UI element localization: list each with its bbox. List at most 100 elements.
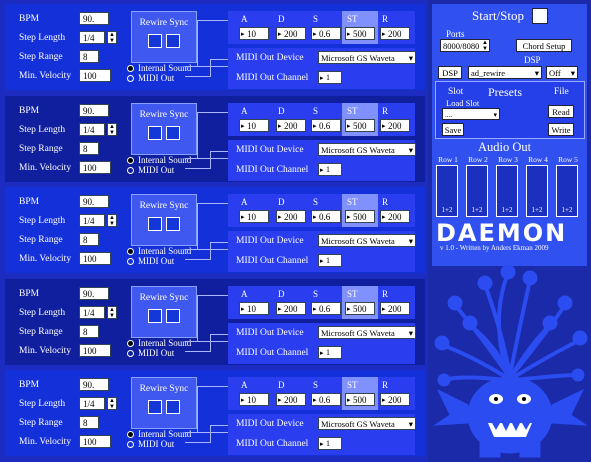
step-range-field[interactable]: 8 <box>79 50 99 63</box>
midi-channel-field[interactable]: 1 <box>318 71 342 84</box>
env-d-field[interactable]: 200 <box>276 27 306 40</box>
read-button[interactable]: Read <box>548 105 574 118</box>
radio-dot[interactable] <box>127 247 134 255</box>
env-d-field[interactable]: 200 <box>276 302 306 315</box>
env-r-field[interactable]: 200 <box>380 210 410 223</box>
rewire-checkbox-2[interactable] <box>166 309 180 323</box>
radio-dot[interactable] <box>127 440 134 448</box>
radio-internal-sound[interactable]: Internal Sound <box>127 63 191 73</box>
step-length-field[interactable]: 1/4 <box>79 31 105 44</box>
ports-field[interactable]: 8000/8080 ▲ ▼ <box>440 39 490 52</box>
env-st-field[interactable]: 500 <box>345 119 375 132</box>
step-length-field[interactable]: 1/4 <box>79 397 105 410</box>
step-length-spinner[interactable]: ▲ ▼ <box>107 306 117 319</box>
step-length-spinner[interactable]: ▲ ▼ <box>107 123 117 136</box>
bpm-field[interactable]: 90. <box>79 287 109 300</box>
env-a-field[interactable]: 10 <box>239 393 269 406</box>
radio-midi-out[interactable]: MIDI Out <box>127 165 191 175</box>
min-velocity-field[interactable]: 100 <box>79 69 111 82</box>
radio-dot[interactable] <box>127 257 134 265</box>
rewire-checkbox-1[interactable] <box>148 400 162 414</box>
step-range-field[interactable]: 8 <box>79 416 99 429</box>
chord-setup-button[interactable]: Chord Setup <box>516 39 572 52</box>
env-r-field[interactable]: 200 <box>380 119 410 132</box>
step-length-field[interactable]: 1/4 <box>79 123 105 136</box>
rewire-checkbox-1[interactable] <box>148 34 162 48</box>
min-velocity-field[interactable]: 100 <box>79 344 111 357</box>
step-length-spinner[interactable]: ▲ ▼ <box>107 214 117 227</box>
env-s-field[interactable]: 0.6 <box>311 210 341 223</box>
env-d-field[interactable]: 200 <box>276 210 306 223</box>
midi-device-select[interactable]: Microsoft GS Waveta ▾ <box>318 234 416 247</box>
midi-channel-field[interactable]: 1 <box>318 254 342 267</box>
bpm-field[interactable]: 90. <box>79 195 109 208</box>
dsp-button[interactable]: DSP <box>438 66 462 79</box>
audio-channel-select[interactable]: 1+2 <box>438 206 456 214</box>
env-s-field[interactable]: 0.6 <box>311 302 341 315</box>
midi-channel-field[interactable]: 1 <box>318 437 342 450</box>
midi-device-select[interactable]: Microsoft GS Waveta ▾ <box>318 51 416 64</box>
radio-dot[interactable] <box>127 156 134 164</box>
radio-midi-out[interactable]: MIDI Out <box>127 256 191 266</box>
load-slot-select[interactable]: .... ▾ <box>442 108 500 120</box>
radio-internal-sound[interactable]: Internal Sound <box>127 246 191 256</box>
env-st-field[interactable]: 500 <box>345 302 375 315</box>
env-r-field[interactable]: 200 <box>380 393 410 406</box>
env-s-field[interactable]: 0.6 <box>311 27 341 40</box>
env-a-field[interactable]: 10 <box>239 302 269 315</box>
min-velocity-field[interactable]: 100 <box>79 435 111 448</box>
step-length-field[interactable]: 1/4 <box>79 306 105 319</box>
audio-channel-select[interactable]: 1+2 <box>468 206 486 214</box>
rewire-checkbox-2[interactable] <box>166 34 180 48</box>
bpm-field[interactable]: 90. <box>79 104 109 117</box>
min-velocity-field[interactable]: 100 <box>79 252 111 265</box>
env-r-field[interactable]: 200 <box>380 27 410 40</box>
start-stop-toggle[interactable] <box>532 8 548 24</box>
radio-dot[interactable] <box>127 166 134 174</box>
rewire-checkbox-2[interactable] <box>166 400 180 414</box>
audio-channel-select[interactable]: 1+2 <box>528 206 546 214</box>
radio-midi-out[interactable]: MIDI Out <box>127 439 191 449</box>
radio-midi-out[interactable]: MIDI Out <box>127 348 191 358</box>
env-a-field[interactable]: 10 <box>239 119 269 132</box>
radio-dot[interactable] <box>127 349 134 357</box>
midi-channel-field[interactable]: 1 <box>318 346 342 359</box>
radio-dot[interactable] <box>127 430 134 438</box>
env-a-field[interactable]: 10 <box>239 210 269 223</box>
dsp-driver-select[interactable]: ad_rewire ▾ <box>468 66 542 79</box>
radio-dot[interactable] <box>127 339 134 347</box>
min-velocity-field[interactable]: 100 <box>79 161 111 174</box>
rewire-checkbox-1[interactable] <box>148 126 162 140</box>
bpm-field[interactable]: 90. <box>79 378 109 391</box>
step-range-field[interactable]: 8 <box>79 142 99 155</box>
rewire-checkbox-1[interactable] <box>148 217 162 231</box>
radio-dot[interactable] <box>127 74 134 82</box>
step-range-field[interactable]: 8 <box>79 233 99 246</box>
rewire-checkbox-2[interactable] <box>166 126 180 140</box>
dsp-state-select[interactable]: Off ▾ <box>546 66 578 79</box>
radio-dot[interactable] <box>127 64 134 72</box>
audio-channel-select[interactable]: 1+2 <box>498 206 516 214</box>
env-r-field[interactable]: 200 <box>380 302 410 315</box>
save-button[interactable]: Save <box>442 123 464 136</box>
radio-internal-sound[interactable]: Internal Sound <box>127 338 191 348</box>
env-d-field[interactable]: 200 <box>276 119 306 132</box>
step-length-spinner[interactable]: ▲ ▼ <box>107 397 117 410</box>
radio-internal-sound[interactable]: Internal Sound <box>127 429 191 439</box>
env-st-field[interactable]: 500 <box>345 393 375 406</box>
bpm-field[interactable]: 90. <box>79 12 109 25</box>
midi-device-select[interactable]: Microsoft GS Waveta ▾ <box>318 143 416 156</box>
env-st-field[interactable]: 500 <box>345 210 375 223</box>
rewire-checkbox-1[interactable] <box>148 309 162 323</box>
env-s-field[interactable]: 0.6 <box>311 119 341 132</box>
midi-channel-field[interactable]: 1 <box>318 163 342 176</box>
write-button[interactable]: Write <box>548 123 574 136</box>
env-st-field[interactable]: 500 <box>345 27 375 40</box>
step-range-field[interactable]: 8 <box>79 325 99 338</box>
midi-device-select[interactable]: Microsoft GS Waveta ▾ <box>318 326 416 339</box>
env-d-field[interactable]: 200 <box>276 393 306 406</box>
step-length-spinner[interactable]: ▲ ▼ <box>107 31 117 44</box>
midi-device-select[interactable]: Microsoft GS Waveta ▾ <box>318 417 416 430</box>
radio-internal-sound[interactable]: Internal Sound <box>127 155 191 165</box>
step-length-field[interactable]: 1/4 <box>79 214 105 227</box>
